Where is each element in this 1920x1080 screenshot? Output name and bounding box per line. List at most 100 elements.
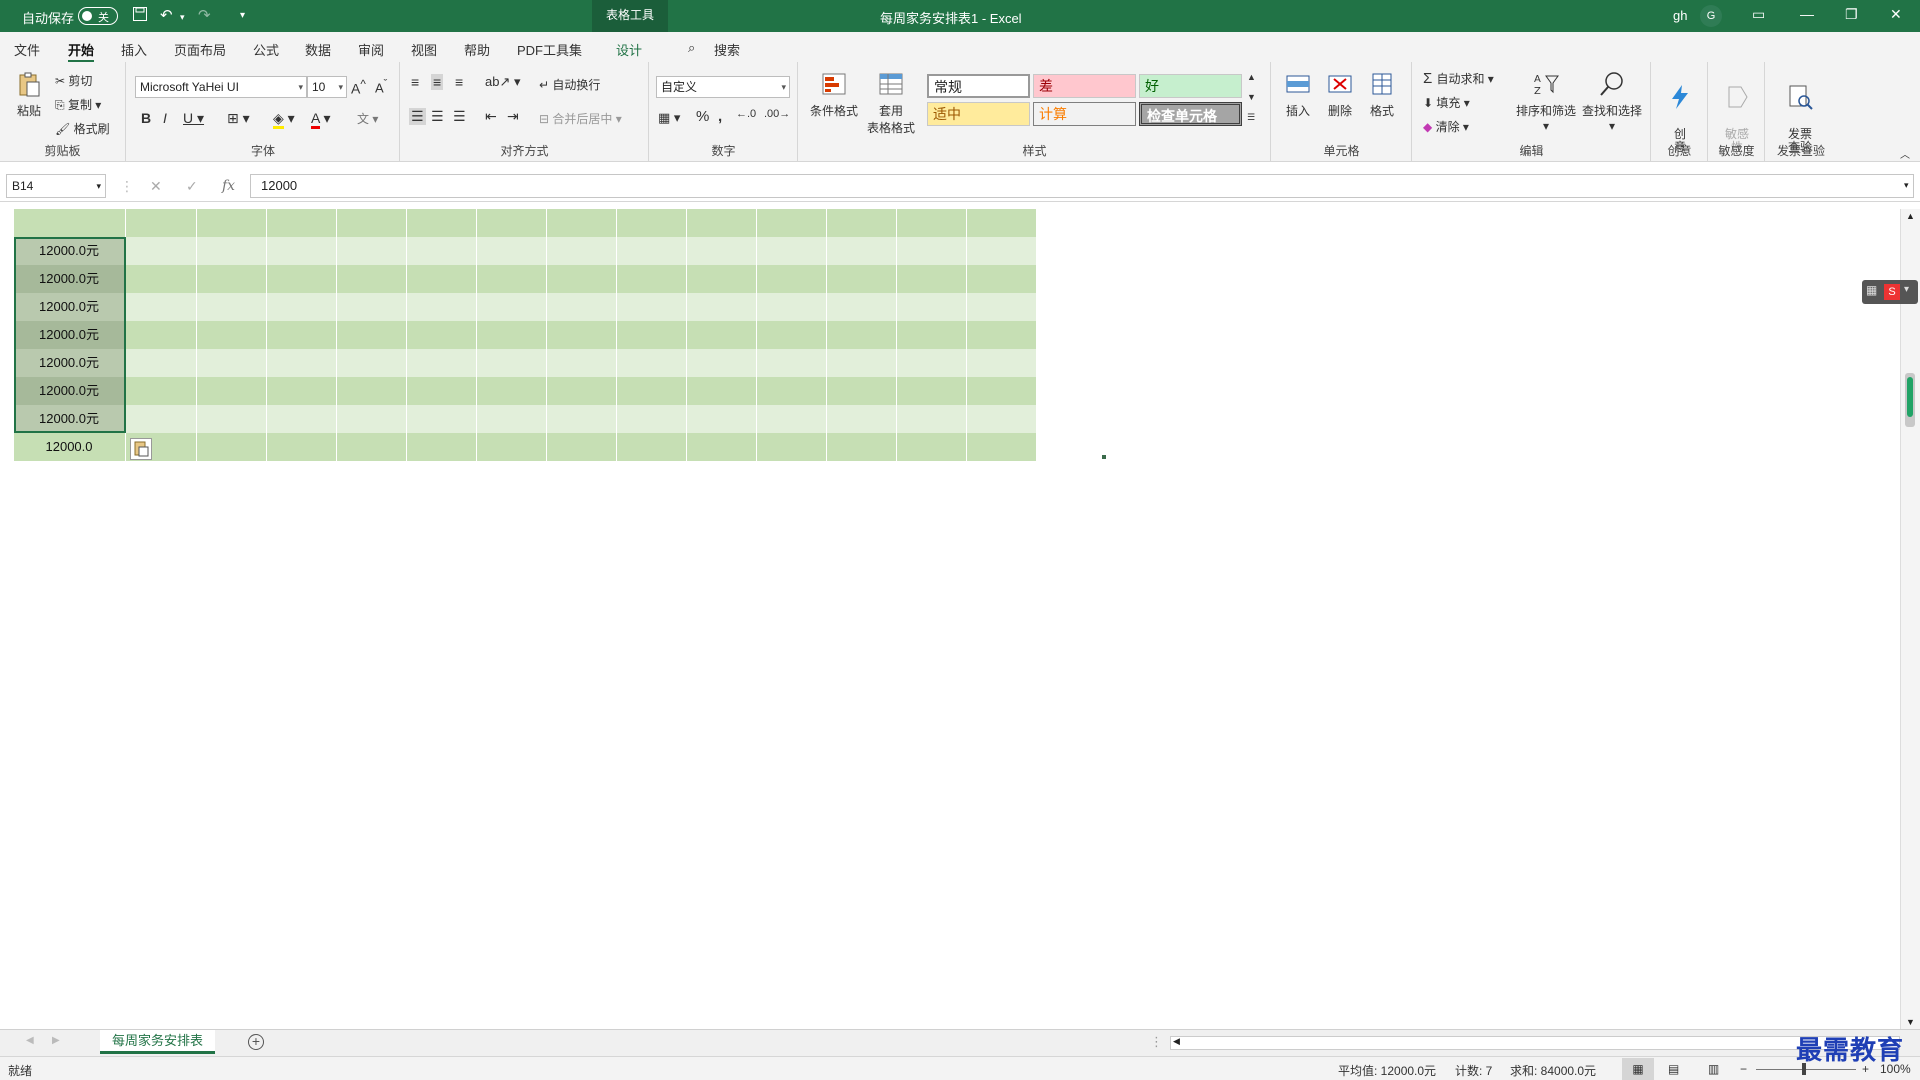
decrease-indent-icon[interactable]: ⇤ bbox=[485, 108, 497, 125]
table-cell[interactable] bbox=[827, 265, 896, 293]
style-bad[interactable]: 差 bbox=[1033, 74, 1136, 98]
table-cell[interactable] bbox=[197, 237, 266, 265]
close-icon[interactable]: ✕ bbox=[1890, 6, 1902, 23]
style-check-cell[interactable]: 检查单元格 bbox=[1139, 102, 1242, 126]
grow-font-button[interactable]: A^ bbox=[351, 78, 366, 97]
table-cell[interactable] bbox=[547, 405, 616, 433]
table-cell[interactable] bbox=[477, 377, 546, 405]
table-cell[interactable] bbox=[897, 349, 966, 377]
table-cell[interactable] bbox=[197, 349, 266, 377]
table-cell[interactable] bbox=[617, 377, 686, 405]
table-cell[interactable] bbox=[407, 265, 476, 293]
table-cell[interactable] bbox=[267, 377, 336, 405]
tab-design[interactable]: 设计 bbox=[616, 40, 642, 59]
table-cell[interactable] bbox=[967, 377, 1036, 405]
save-icon[interactable] bbox=[132, 6, 148, 26]
table-cell[interactable] bbox=[617, 209, 686, 237]
table-cell[interactable] bbox=[337, 349, 406, 377]
bold-button[interactable]: B bbox=[141, 110, 151, 126]
table-cell[interactable] bbox=[687, 349, 756, 377]
align-bottom-icon[interactable]: ≡ bbox=[455, 74, 463, 90]
undo-dropdown-icon[interactable]: ▾ bbox=[180, 12, 185, 23]
accounting-format-button[interactable]: ▦ ▾ bbox=[658, 110, 680, 126]
style-neutral[interactable]: 适中 bbox=[927, 102, 1030, 126]
table-cell[interactable] bbox=[126, 405, 196, 433]
zoom-slider[interactable] bbox=[1756, 1069, 1856, 1070]
table-cell[interactable] bbox=[687, 293, 756, 321]
table-cell[interactable] bbox=[197, 377, 266, 405]
table-cell[interactable] bbox=[617, 237, 686, 265]
expand-formula-bar-icon[interactable]: ▾ bbox=[1904, 180, 1909, 191]
borders-button[interactable]: ⊞ ▾ bbox=[227, 110, 250, 127]
tab-pdf-tools[interactable]: PDF工具集 bbox=[517, 40, 582, 59]
table-cell[interactable] bbox=[547, 209, 616, 237]
table-cell[interactable] bbox=[337, 433, 406, 461]
tab-help[interactable]: 帮助 bbox=[464, 40, 490, 59]
ribbon-display-icon[interactable]: ▭ bbox=[1752, 6, 1765, 23]
table-cell[interactable] bbox=[267, 237, 336, 265]
table-cell[interactable] bbox=[337, 265, 406, 293]
table-cell[interactable] bbox=[547, 433, 616, 461]
font-name-select[interactable]: Microsoft YaHei UI ▾ bbox=[135, 76, 307, 98]
find-select-button[interactable]: 查找和选择 ▾ bbox=[1579, 70, 1645, 133]
conditional-formatting-button[interactable]: 条件格式 bbox=[807, 70, 861, 119]
zoom-out-icon[interactable]: − bbox=[1740, 1062, 1747, 1076]
table-cell[interactable] bbox=[827, 321, 896, 349]
minimize-icon[interactable]: — bbox=[1800, 6, 1814, 22]
table-cell[interactable] bbox=[617, 405, 686, 433]
autosum-button[interactable]: Σ 自动求和 ▾ bbox=[1423, 70, 1494, 87]
table-cell[interactable] bbox=[337, 377, 406, 405]
table-cell[interactable] bbox=[687, 405, 756, 433]
table-cell[interactable] bbox=[197, 265, 266, 293]
format-painter-button[interactable]: 🖌 格式刷 bbox=[55, 120, 110, 137]
number-format-select[interactable]: 自定义 ▾ bbox=[656, 76, 790, 98]
table-cell[interactable] bbox=[757, 209, 826, 237]
table-cell[interactable] bbox=[967, 405, 1036, 433]
table-cell[interactable] bbox=[967, 321, 1036, 349]
normal-view-icon[interactable]: ▦ bbox=[1622, 1058, 1654, 1080]
table-cell[interactable] bbox=[477, 405, 546, 433]
table-cell[interactable] bbox=[617, 293, 686, 321]
table-cell[interactable] bbox=[407, 321, 476, 349]
table-cell[interactable] bbox=[14, 209, 125, 237]
phonetic-button[interactable]: 文 ▾ bbox=[357, 110, 378, 127]
paste-button[interactable]: 粘贴 bbox=[12, 70, 46, 119]
name-box[interactable]: B14 ▾ bbox=[6, 174, 106, 198]
autosave-toggle[interactable]: 关 bbox=[78, 7, 118, 25]
table-cell[interactable] bbox=[827, 405, 896, 433]
table-cell[interactable] bbox=[967, 433, 1036, 461]
table-cell[interactable] bbox=[757, 265, 826, 293]
tab-review[interactable]: 审阅 bbox=[358, 40, 384, 59]
table-cell[interactable] bbox=[827, 237, 896, 265]
scroll-down-icon[interactable]: ▼ bbox=[1906, 1017, 1915, 1027]
table-cell[interactable] bbox=[757, 321, 826, 349]
decrease-decimal-button[interactable]: .00→ bbox=[764, 108, 790, 120]
table-cell[interactable] bbox=[897, 405, 966, 433]
styles-more-icon[interactable]: ☰ bbox=[1247, 112, 1255, 123]
table-cell[interactable] bbox=[687, 209, 756, 237]
table-cell[interactable] bbox=[757, 293, 826, 321]
font-color-button[interactable]: A ▾ bbox=[311, 110, 331, 129]
align-top-icon[interactable]: ≡ bbox=[411, 74, 419, 90]
restore-icon[interactable]: ❐ bbox=[1845, 6, 1858, 23]
percent-style-button[interactable]: % bbox=[696, 108, 709, 125]
table-cell[interactable] bbox=[897, 209, 966, 237]
styles-scroll-up-icon[interactable]: ▲ bbox=[1247, 72, 1256, 82]
tab-view[interactable]: 视图 bbox=[411, 40, 437, 59]
table-cell[interactable] bbox=[337, 209, 406, 237]
align-middle-icon[interactable]: ≡ bbox=[431, 74, 444, 90]
table-cell[interactable] bbox=[267, 321, 336, 349]
table-cell[interactable] bbox=[407, 293, 476, 321]
table-resize-handle[interactable] bbox=[1102, 455, 1106, 459]
table-cell[interactable] bbox=[617, 265, 686, 293]
merge-center-button[interactable]: ⊟ 合并后居中 ▾ bbox=[539, 110, 622, 127]
table-cell[interactable] bbox=[617, 349, 686, 377]
tab-formulas[interactable]: 公式 bbox=[253, 40, 279, 59]
table-cell[interactable] bbox=[267, 293, 336, 321]
align-center-icon[interactable]: ☰ bbox=[431, 108, 444, 125]
table-cell[interactable] bbox=[547, 349, 616, 377]
table-cell[interactable] bbox=[337, 405, 406, 433]
styles-scroll-down-icon[interactable]: ▼ bbox=[1247, 92, 1256, 102]
table-cell[interactable] bbox=[126, 237, 196, 265]
search-box[interactable]: 搜索 bbox=[714, 40, 740, 59]
